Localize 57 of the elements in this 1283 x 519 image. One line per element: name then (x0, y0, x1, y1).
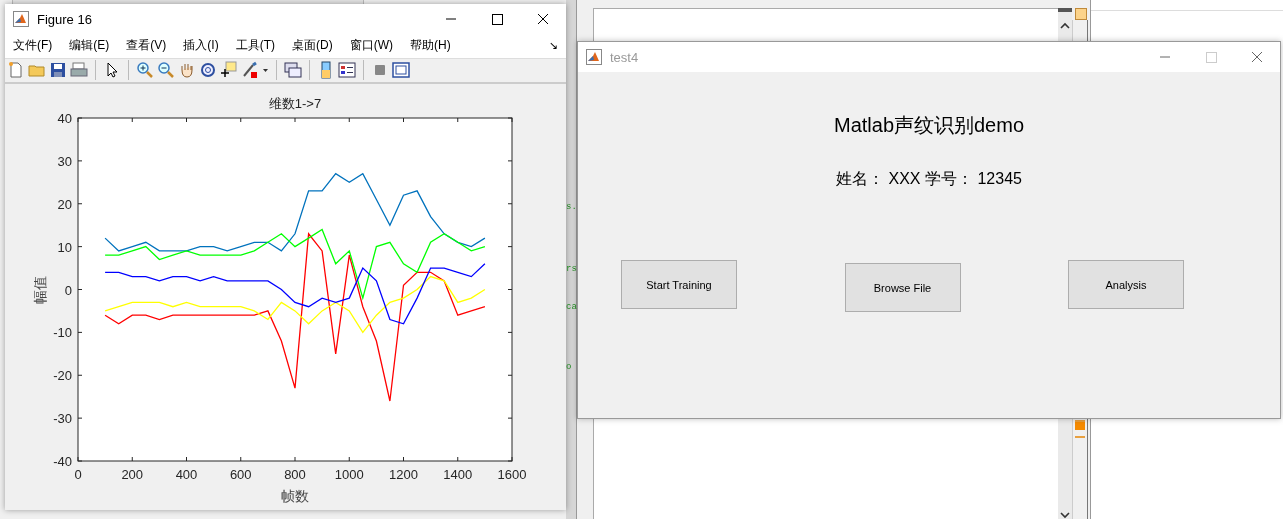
menu-item[interactable]: 编辑(E) (69, 37, 118, 55)
hand-icon[interactable] (178, 61, 196, 80)
tick-label: -10 (53, 325, 72, 341)
code-text: o (566, 362, 572, 372)
status-marker (1075, 8, 1087, 20)
save-icon[interactable] (49, 61, 67, 80)
tick-label: 800 (284, 467, 306, 482)
tick-label: 30 (57, 153, 72, 169)
app-logo-icon (586, 49, 602, 65)
tick-label: 40 (57, 111, 72, 126)
menu-item[interactable]: 桌面(D) (292, 37, 341, 55)
tick-label: -20 (53, 368, 72, 384)
linked-windows-icon[interactable] (284, 61, 302, 80)
scroll-down-icon[interactable] (1060, 512, 1070, 519)
menu-item[interactable]: 插入(I) (183, 37, 227, 55)
tick-label: 200 (121, 467, 144, 482)
code-text: ca (566, 302, 577, 312)
code-text: s. (566, 202, 577, 212)
action-button[interactable]: Start Training (621, 260, 737, 309)
scroll-up-icon[interactable] (1060, 22, 1070, 29)
axis-label: 帧数 (281, 488, 309, 504)
printer-icon[interactable] (70, 61, 88, 80)
menu-item[interactable]: 工具(T) (235, 37, 283, 55)
menu-item[interactable]: 帮助(H) (410, 37, 459, 55)
tick-label: 1400 (443, 467, 473, 482)
brush-icon[interactable] (241, 61, 259, 80)
tick-label: 10 (57, 239, 72, 255)
window-title: test4 (610, 49, 640, 65)
tick-label: -40 (53, 454, 72, 469)
action-button[interactable]: Browse File (844, 263, 961, 312)
window-title: Figure 16 (37, 11, 93, 27)
student-info: 姓名： XXX 学号： 12345 (836, 169, 1022, 189)
menu-item[interactable]: 文件(F) (13, 37, 61, 55)
tick-label: -30 (53, 411, 72, 427)
menu-item[interactable]: 查看(V) (126, 37, 175, 55)
new-file-icon[interactable] (7, 61, 25, 80)
tick-label: 0 (74, 467, 82, 482)
dock-button[interactable]: ↘ (548, 39, 558, 53)
tick-label: 600 (229, 467, 252, 482)
app-heading: Matlab声纹识别demo (833, 113, 1025, 138)
tick-label: 1000 (334, 467, 364, 482)
chart-title: 维数1->7 (268, 96, 322, 111)
code-text: rs (566, 264, 577, 274)
action-button[interactable]: Analysis (1068, 260, 1184, 309)
legend-icon[interactable] (338, 61, 356, 80)
menu-item[interactable]: 窗口(W) (349, 37, 401, 55)
tick-label: 400 (175, 467, 198, 482)
tick-label: 0 (64, 282, 72, 298)
tick-label: 20 (57, 196, 72, 212)
zoom-in-icon[interactable] (136, 61, 154, 80)
data-cursor-icon[interactable] (220, 61, 238, 80)
app-logo-icon (13, 11, 29, 27)
zoom-out-icon[interactable] (157, 61, 175, 80)
tick-label: 1600 (497, 467, 527, 482)
panel-icon[interactable] (392, 61, 410, 80)
axis-label: 幅值 (32, 275, 48, 304)
tick-label: 1200 (389, 467, 418, 482)
